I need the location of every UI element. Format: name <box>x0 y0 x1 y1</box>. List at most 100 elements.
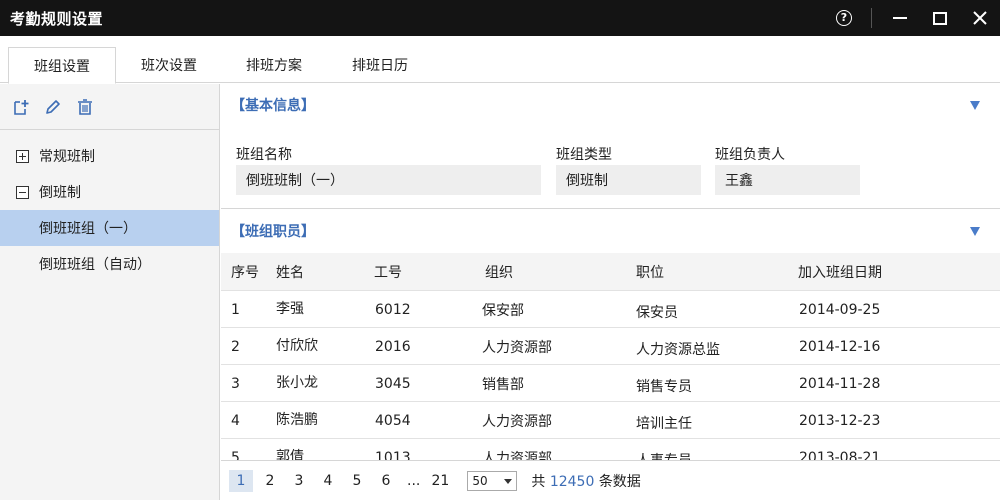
window-controls: ? <box>829 0 1000 36</box>
cell-position: 销售专员 <box>636 378 692 395</box>
main-panel: 【基本信息】 班组名称 倒班班制（一） 班组类型 倒班制 班组负责人 王鑫 【班… <box>221 84 1000 500</box>
tree-child-rotating-group-1[interactable]: 倒班班组（一） <box>0 210 219 246</box>
page-button-last[interactable]: 21 <box>428 470 452 492</box>
group-leader-label: 班组负责人 <box>715 147 785 163</box>
tree-node-label: 倒班制 <box>39 185 81 201</box>
group-leader-value[interactable]: 王鑫 <box>715 165 860 195</box>
maximize-button[interactable] <box>920 0 960 36</box>
column-header-employee-id[interactable]: 工号 <box>374 253 402 291</box>
total-count: 共 12450 条数据 <box>531 471 640 491</box>
collapse-caret-icon[interactable] <box>970 227 980 236</box>
table-row[interactable]: 1 李强 6012 保安部 保安员 2014-09-25 <box>221 291 1000 328</box>
tab-schedule-plans[interactable]: 排班方案 <box>220 47 328 83</box>
members-header[interactable]: 【班组职员】 <box>221 209 1000 253</box>
cell-employee-id: 3045 <box>375 375 411 392</box>
cell-name: 张小龙 <box>276 374 318 391</box>
table-row[interactable]: 2 付欣欣 2016 人力资源部 人力资源总监 2014-12-16 <box>221 328 1000 365</box>
group-type-label: 班组类型 <box>556 147 612 163</box>
cell-join-date: 2013-12-23 <box>799 412 881 429</box>
maximize-icon <box>933 11 947 25</box>
table-row[interactable]: 3 张小龙 3045 销售部 销售专员 2014-11-28 <box>221 365 1000 402</box>
collapse-icon[interactable] <box>16 185 29 199</box>
column-header-name[interactable]: 姓名 <box>276 253 304 291</box>
tab-shift-group-settings[interactable]: 班组设置 <box>8 47 116 84</box>
total-suffix: 条数据 <box>598 473 641 490</box>
title-bar: 考勤规则设置 ? <box>0 0 1000 36</box>
table-row[interactable]: 4 陈浩鹏 4054 人力资源部 培训主任 2013-12-23 <box>221 402 1000 439</box>
cell-employee-id: 1013 <box>375 449 411 462</box>
page-button-4[interactable]: 4 <box>316 470 340 492</box>
cell-index: 4 <box>231 412 240 429</box>
add-icon <box>14 99 29 115</box>
total-prefix: 共 <box>531 473 546 490</box>
group-name-label: 班组名称 <box>236 147 292 163</box>
group-type-value[interactable]: 倒班制 <box>556 165 701 195</box>
tab-schedule-calendar[interactable]: 排班日历 <box>326 47 434 83</box>
page-button-5[interactable]: 5 <box>345 470 369 492</box>
cell-name: 付欣欣 <box>276 337 318 354</box>
cell-join-date: 2014-11-28 <box>799 375 881 392</box>
tree-node-regular-shift[interactable]: 常规班制 <box>0 138 219 174</box>
total-number: 12450 <box>549 473 595 490</box>
sidebar-toolbar <box>0 84 219 130</box>
pencil-icon <box>46 99 60 114</box>
help-icon: ? <box>836 10 852 26</box>
sidebar: 常规班制 倒班制 倒班班组（一） 倒班班组（自动） <box>0 84 220 500</box>
page-ellipsis: ... <box>407 472 421 489</box>
delete-button[interactable] <box>76 98 94 116</box>
cell-name: 李强 <box>276 300 304 317</box>
tree-node-rotating-shift[interactable]: 倒班制 <box>0 174 219 210</box>
table-row[interactable]: 5 郭倩 1013 人力资源部 人事专员 2013-08-21 <box>221 439 1000 462</box>
cell-organization: 人力资源部 <box>482 413 552 430</box>
minimize-button[interactable] <box>880 0 920 36</box>
table-header: 序号 姓名 工号 组织 职位 加入班组日期 <box>221 253 1000 291</box>
tab-bar: 班组设置 班次设置 排班方案 排班日历 <box>0 36 1000 84</box>
help-button[interactable]: ? <box>829 0 859 36</box>
page-button-3[interactable]: 3 <box>287 470 311 492</box>
cell-index: 1 <box>231 301 240 318</box>
cell-name: 陈浩鹏 <box>276 411 318 428</box>
section-title: 【基本信息】 <box>231 98 315 114</box>
column-header-index[interactable]: 序号 <box>231 253 259 291</box>
close-button[interactable] <box>960 0 1000 36</box>
column-header-join-date[interactable]: 加入班组日期 <box>798 253 882 291</box>
group-name-value[interactable]: 倒班班制（一） <box>236 165 541 195</box>
page-button-2[interactable]: 2 <box>258 470 282 492</box>
cell-position: 培训主任 <box>636 415 692 432</box>
page-button-6[interactable]: 6 <box>374 470 398 492</box>
cell-join-date: 2014-12-16 <box>799 338 881 355</box>
trash-icon <box>78 98 92 115</box>
cell-employee-id: 4054 <box>375 412 411 429</box>
cell-organization: 人力资源部 <box>482 450 552 462</box>
page-button-1[interactable]: 1 <box>229 469 253 492</box>
cell-index: 5 <box>231 449 240 462</box>
column-header-organization[interactable]: 组织 <box>485 253 513 291</box>
table-body: 1 李强 6012 保安部 保安员 2014-09-25 2 付欣欣 2016 … <box>221 291 1000 461</box>
divider <box>871 8 872 28</box>
group-name-field: 班组名称 倒班班制（一） <box>236 144 541 195</box>
pagination: 1 2 3 4 5 6 ... 21 50 共 12450 条数据 <box>221 460 1000 500</box>
edit-button[interactable] <box>44 98 62 116</box>
cell-employee-id: 2016 <box>375 338 411 355</box>
cell-organization: 销售部 <box>482 376 524 393</box>
members-section: 【班组职员】 序号 姓名 工号 组织 职位 加入班组日期 1 李强 6012 保… <box>221 209 1000 461</box>
cell-position: 保安员 <box>636 304 678 321</box>
cell-index: 3 <box>231 375 240 392</box>
page-size-select[interactable]: 50 <box>467 470 518 491</box>
column-header-position[interactable]: 职位 <box>636 253 664 291</box>
add-button[interactable] <box>12 98 30 116</box>
close-icon <box>973 11 987 25</box>
group-type-field: 班组类型 倒班制 <box>556 144 701 195</box>
section-title: 【班组职员】 <box>231 224 315 240</box>
dropdown-arrow-icon <box>504 478 513 484</box>
tab-shift-settings[interactable]: 班次设置 <box>115 47 223 83</box>
cell-organization: 保安部 <box>482 302 524 319</box>
expand-icon[interactable] <box>16 149 29 163</box>
basic-info-section: 【基本信息】 班组名称 倒班班制（一） 班组类型 倒班制 班组负责人 王鑫 <box>221 84 1000 209</box>
collapse-caret-icon[interactable] <box>970 101 980 110</box>
tree-child-rotating-group-auto[interactable]: 倒班班组（自动） <box>0 246 219 282</box>
basic-info-header[interactable]: 【基本信息】 <box>221 84 1000 126</box>
cell-position: 人事专员 <box>636 452 692 462</box>
cell-index: 2 <box>231 338 240 355</box>
cell-position: 人力资源总监 <box>636 341 720 358</box>
